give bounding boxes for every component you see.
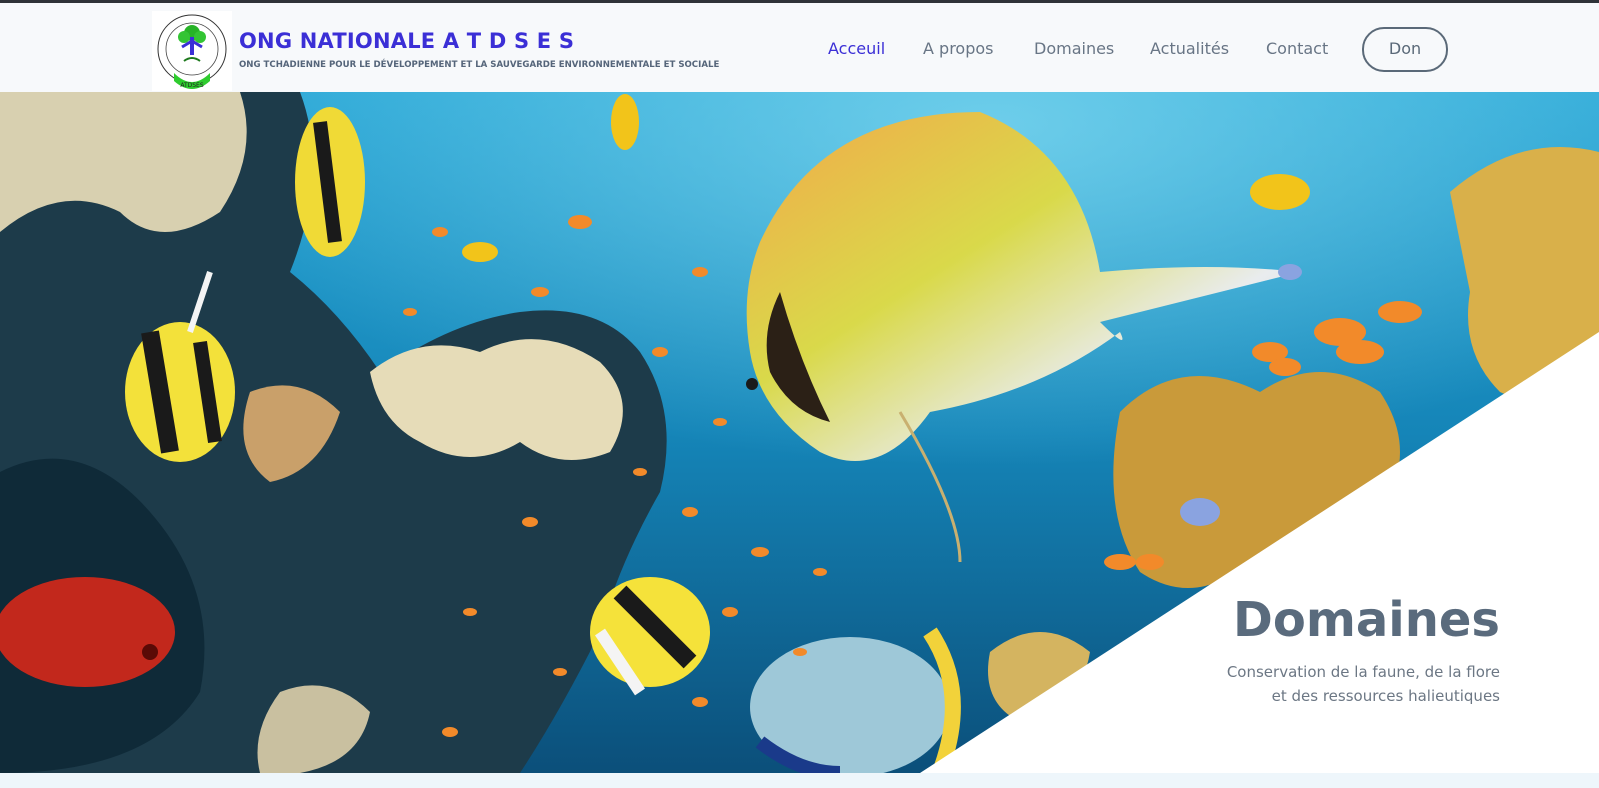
hero-title: Domaines <box>1233 592 1500 648</box>
site-subtitle: ONG TCHADIENNE POUR LE DÉVELOPPEMENT ET … <box>239 60 720 70</box>
banner-fish-top <box>295 107 365 257</box>
hero-banner: Domaines Conservation de la faune, de la… <box>0 92 1599 773</box>
hero-description: Conservation de la faune, de la flore et… <box>1227 660 1500 708</box>
nav-item-contact[interactable]: Contact <box>1266 39 1328 58</box>
hero-description-line-2: et des ressources halieutiques <box>1271 687 1500 705</box>
hero-description-line-1: Conservation de la faune, de la flore <box>1226 663 1500 681</box>
nav-item-a-propos[interactable]: A propos <box>923 39 993 58</box>
nav-item-acceuil[interactable]: Acceuil <box>828 39 885 58</box>
logo-caption: ATDSES <box>180 82 204 89</box>
ngo-logo[interactable]: ATDSES <box>152 11 232 91</box>
red-fish <box>0 577 175 687</box>
site-header: ATDSES ONG NATIONALE A T D S E S ONG TCH… <box>0 3 1599 92</box>
nav-item-domaines[interactable]: Domaines <box>1034 39 1114 58</box>
donate-button[interactable]: Don <box>1362 27 1448 72</box>
page-bottom-strip <box>0 773 1599 788</box>
site-title[interactable]: ONG NATIONALE A T D S E S <box>239 29 574 53</box>
nav-item-actualites[interactable]: Actualités <box>1150 39 1229 58</box>
